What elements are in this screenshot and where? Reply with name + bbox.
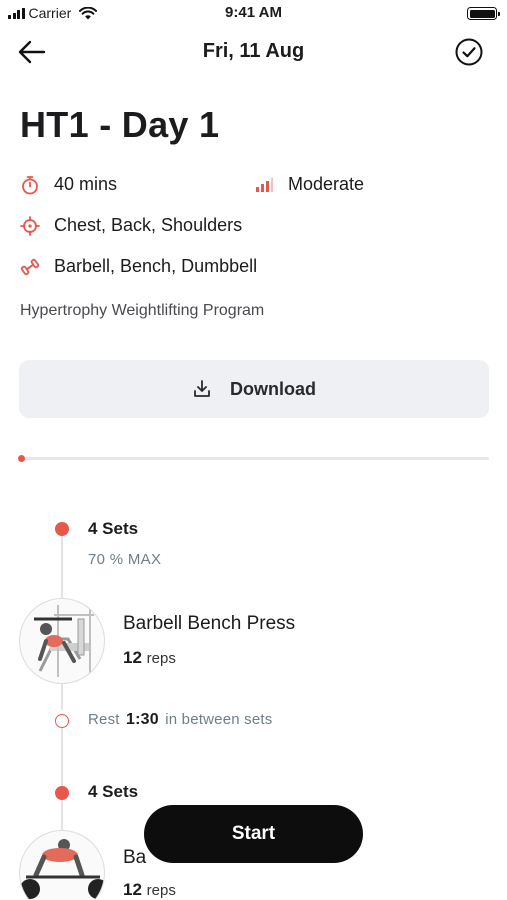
target-icon [20, 215, 40, 236]
bench-press-illustration [34, 605, 94, 677]
program-name: Hypertrophy Weightlifting Program [20, 302, 265, 319]
status-time: 9:41 AM [225, 4, 282, 21]
equipment-text: Barbell, Bench, Dumbbell [54, 256, 258, 276]
dumbbell-icon [20, 258, 40, 275]
duration-text: 40 mins [54, 174, 118, 194]
sets-count: 4 Sets [88, 519, 139, 538]
exercise-reps: 12 reps [123, 880, 176, 900]
rest-label: Rest [88, 711, 120, 728]
exercise-thumbnail[interactable] [19, 830, 105, 900]
sets-count: 4 Sets [88, 782, 139, 801]
progress-indicator [18, 454, 25, 462]
rest-row: Rest 1:30 in between sets [88, 711, 272, 729]
exercise-name[interactable]: Barbell Bench Press [123, 613, 295, 635]
duration-row: 40 mins [20, 174, 117, 195]
check-circle-icon[interactable] [455, 38, 483, 66]
reps-count: 12 [123, 648, 142, 667]
reps-count: 12 [123, 880, 142, 899]
set-marker-dot [55, 786, 69, 800]
stopwatch-icon [22, 175, 38, 194]
intensity-bars-icon [256, 177, 273, 192]
rest-time: 1:30 [126, 711, 159, 728]
set-marker-dot [55, 522, 69, 536]
download-button[interactable]: Download [19, 360, 489, 418]
download-label: Download [230, 378, 316, 399]
reps-unit: reps [146, 882, 176, 899]
intensity-row: Moderate [254, 174, 364, 195]
intensity-text: Moderate [288, 174, 365, 194]
status-bar: Carrier 9:41 AM [0, 0, 507, 26]
nav-bar: Fri, 11 Aug [0, 32, 507, 72]
exercise-name[interactable]: Ba [123, 847, 146, 869]
start-label: Start [231, 823, 276, 844]
equipment-row: Barbell, Bench, Dumbbell [20, 256, 257, 277]
exercise-reps: 12 reps [123, 648, 176, 668]
load-percentage: 70 % MAX [88, 551, 162, 568]
reps-unit: reps [146, 650, 176, 667]
page-date-title: Fri, 11 Aug [202, 40, 305, 62]
workout-progress-bar [18, 454, 489, 462]
exercise-thumbnail[interactable] [19, 598, 105, 684]
download-icon [194, 380, 210, 397]
muscles-row: Chest, Back, Shoulders [20, 215, 242, 236]
battery-icon [467, 7, 500, 20]
start-workout-button[interactable]: Start [144, 805, 363, 863]
muscles-text: Chest, Back, Shoulders [54, 215, 243, 235]
workout-title: HT1 - Day 1 [20, 104, 220, 145]
rest-marker-dot [55, 714, 69, 728]
rest-suffix: in between sets [165, 711, 273, 728]
barbell-row-illustration [20, 839, 104, 899]
